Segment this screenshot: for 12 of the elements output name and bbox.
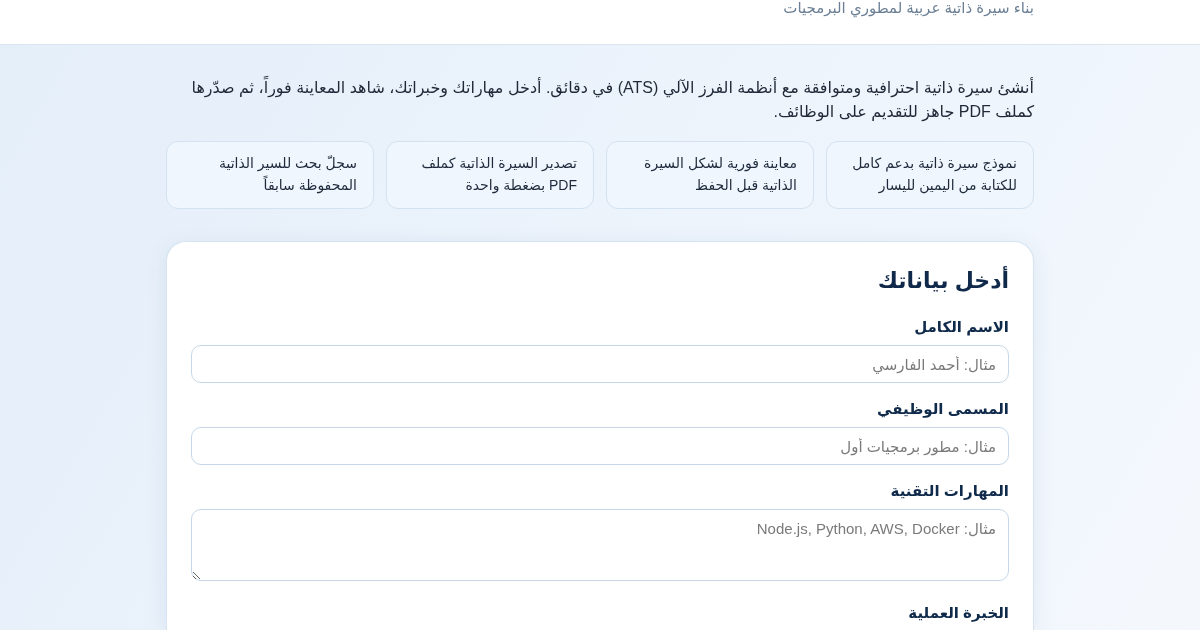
feature-card: تصدير السيرة الذاتية كملف PDF بضغطة واحدة	[386, 141, 594, 209]
form-title: أدخل بياناتك	[876, 266, 1009, 295]
field-label: الاسم الكامل	[913, 317, 1009, 337]
field-label: المهارات التقنية	[889, 481, 1009, 501]
field-label: المسمى الوظيفي	[876, 399, 1009, 419]
feature-card: معاينة فورية لشكل السيرة الذاتية قبل الحفظ	[606, 141, 814, 209]
site-subtitle: بناء سيرة ذاتية عربية لمطوري البرمجيات	[782, 0, 1034, 17]
feature-card: نموذج سيرة ذاتية بدعم كامل للكتابة من اليمين لليسار	[826, 141, 1034, 209]
field-label: الخبرة العملية	[907, 603, 1009, 623]
feature-card: سجلّ بحث للسير الذاتية المحفوظة سابقاً	[166, 141, 374, 209]
intro-paragraph: أنشئ سيرة ذاتية احترافية ومتوافقة مع أنظمة الفرز الآلي (ATS) في دقائق. أدخل مهاراتك وخبراتك، شاهد المعاينة فوراً، ثم صدّرها كملف PDF جاهز للتقديم على الوظائف.	[166, 76, 1034, 124]
text-area[interactable]: مثال: Node.js, Python, AWS, Docker	[191, 509, 1009, 581]
